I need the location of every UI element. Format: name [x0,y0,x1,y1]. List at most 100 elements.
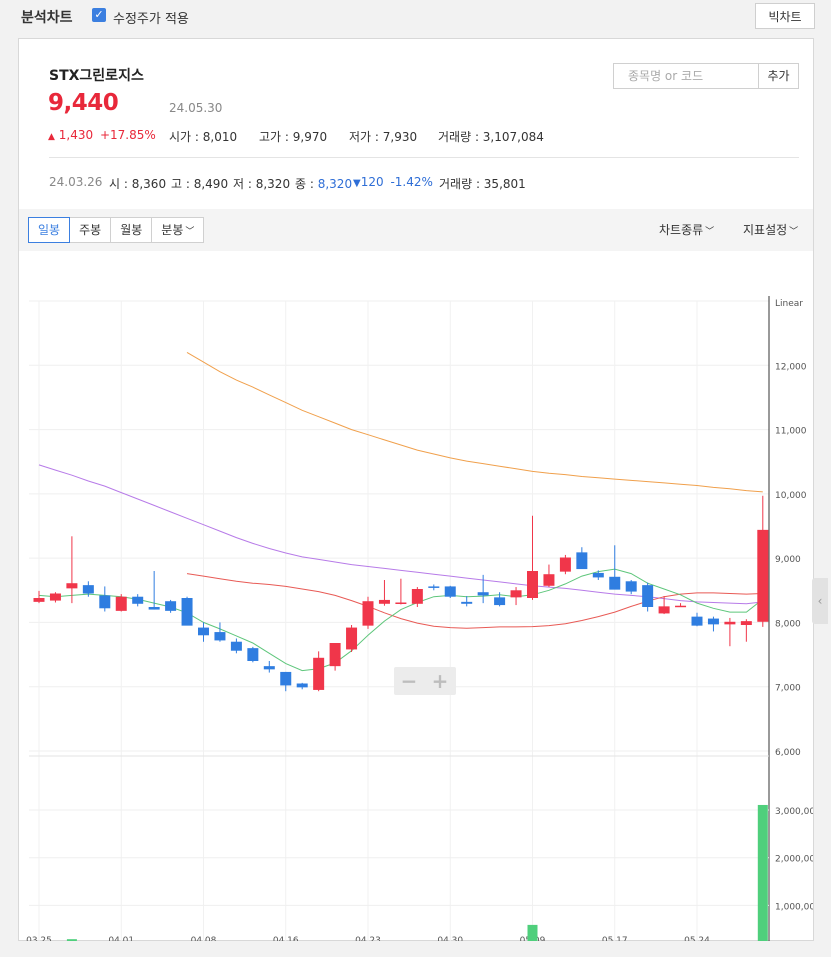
candle-body [214,632,226,641]
candle-body [494,597,506,606]
period-tabs: 일봉 주봉 월봉 분봉 ﹀ [28,217,205,243]
volume-tick-label: 3,000,000 [775,807,813,817]
candle-body [280,671,292,686]
history-low: 저 : 8,320 [233,177,291,191]
history-high: 고 : 8,490 [171,177,229,191]
candle-body [378,599,390,604]
low-label: 저가 [349,130,372,144]
down-arrow-icon: ▼ [353,178,361,189]
price-change: ▲ 1,430 +17.85% [48,128,156,142]
candle-body [428,586,440,588]
time-tick-label: 04.08 [191,936,217,941]
candle-body [691,616,703,626]
chevron-down-icon: ﹀ [789,227,799,237]
tab-weekly[interactable]: 주봉 [69,217,112,243]
candle-body [559,557,571,572]
history-volume-value: 35,801 [483,177,526,191]
candle-body [592,572,604,578]
open-stat: 시가 : 8,010 [169,130,238,144]
ma20-line [186,573,763,629]
low-stat: 저가 : 7,930 [349,130,418,144]
candle-body [477,592,489,596]
tab-minute[interactable]: 분봉 ﹀ [151,217,205,243]
candle-body [115,596,127,611]
change-percent: +17.85% [99,128,156,142]
candle-body [329,643,341,667]
high-value: 9,970 [292,130,328,144]
price-tick-label: 11,000 [775,427,807,437]
volume-bar [757,804,768,941]
volume-tick-label: 2,000,000 [775,855,813,865]
chevron-down-icon: ﹀ [185,227,195,237]
zoom-in-button[interactable]: + [425,667,455,695]
candle-body [99,595,111,609]
time-tick-label: 04.01 [108,936,134,941]
chart-toolbar: 일봉 주봉 월봉 분봉 ﹀ 차트종류 ﹀ 지표설정 ﹀ [19,209,813,251]
top-bar: 분석차트 ✓ 수정주가 적용 빅차트 [0,0,831,38]
candle-body [181,598,193,626]
price-chart[interactable]: 6,000 7,000 8,000 9,000 10,000 11,000 12,000 03… [19,251,813,941]
quote-date: 24.05.30 [169,101,223,115]
price-tick-label: 8,000 [775,619,801,629]
chevron-down-icon: ﹀ [705,227,715,237]
candle-body [313,657,325,690]
candle-body [263,666,275,670]
candle-body [543,574,555,586]
candle-body [609,576,621,590]
adjusted-price-checkbox[interactable]: ✓ [92,8,106,22]
candle-body [296,683,308,688]
candle-body [527,571,538,598]
change-amount: 1,430 [58,128,94,142]
candle-body [82,585,94,594]
candle-body [675,605,687,608]
big-chart-button[interactable]: 빅차트 [755,3,815,29]
tab-daily[interactable]: 일봉 [28,217,71,243]
candle-body [346,627,358,650]
stock-name: STX그린로지스 [49,68,144,84]
price-tick-label: 7,000 [775,684,801,694]
candle-body [33,598,45,602]
history-volume: 거래량 : 35,801 [439,177,526,191]
candle-body [757,529,769,622]
history-open: 시 : 8,360 [109,177,167,191]
history-close: 종 : 8,320 [295,177,353,191]
time-tick-label: 04.16 [273,936,299,941]
chart-panel: STX그린로지스 9,440 24.05.30 ▲ 1,430 +17.85% … [18,38,814,941]
chevron-left-icon: ‹ [817,594,823,608]
indicator-menu[interactable]: 지표설정 ﹀ [743,221,798,238]
history-change-percent: -1.42% [390,175,433,189]
history-close-value: 8,320 [317,177,353,191]
tab-minute-label: 분봉 [161,223,184,237]
adjusted-price-label[interactable]: 수정주가 적용 [113,8,189,27]
candle-body [707,618,719,625]
tab-monthly[interactable]: 월봉 [110,217,153,243]
zoom-out-button[interactable]: − [394,667,424,695]
time-tick-label: 04.23 [355,936,381,941]
candle-body [444,586,456,597]
time-tick-label: 05.17 [602,936,628,941]
history-high-value: 8,490 [193,177,229,191]
candle-body [411,589,423,604]
history-change: ▼120 -1.42% [353,175,433,189]
stock-search-input[interactable]: 종목명 or 코드 [613,63,759,89]
up-arrow-icon: ▲ [48,132,55,142]
candle-body [510,590,522,598]
candle-body [576,552,588,570]
history-date: 24.03.26 [49,175,103,189]
candle-body [362,601,374,626]
chart-type-menu[interactable]: 차트종류 ﹀ [659,221,714,238]
price-tick-label: 12,000 [775,362,807,372]
price-tick-label: 9,000 [775,555,801,565]
candle-body [395,602,407,604]
side-panel-toggle[interactable]: ‹ [812,578,828,624]
candle-body [148,607,160,610]
zoom-control: − + [394,667,456,695]
volume-value: 3,107,084 [482,130,544,144]
history-low-label: 저 [233,177,245,191]
volume-stat: 거래량 : 3,107,084 [438,130,544,144]
price-tick-label: 6,000 [775,748,801,758]
ma120-line [186,351,763,493]
history-change-amount: 120 [360,175,384,189]
history-close-label: 종 [295,177,307,191]
add-stock-button[interactable]: 추가 [759,63,799,89]
